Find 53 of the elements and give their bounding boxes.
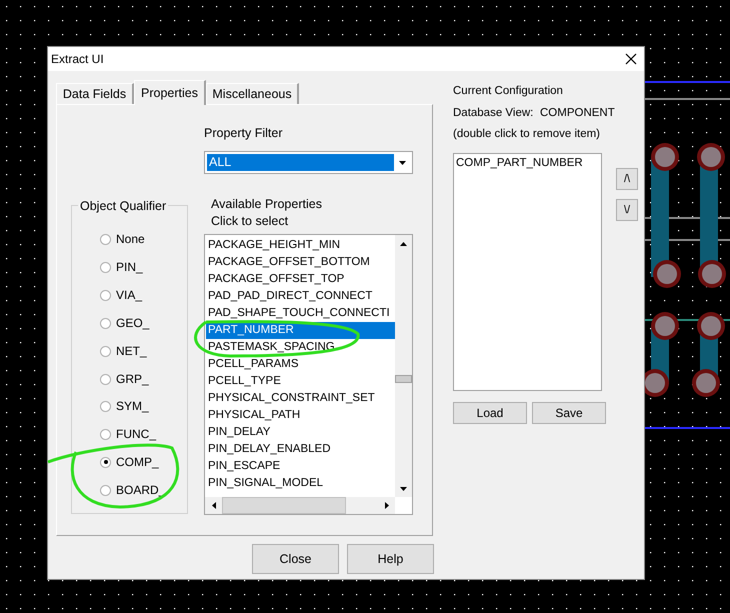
- list-item[interactable]: PCELL_TYPE: [206, 373, 395, 390]
- close-icon[interactable]: [624, 52, 638, 66]
- list-item[interactable]: PHYSICAL_PATH: [206, 407, 395, 424]
- field-label: Database View:: [453, 106, 534, 121]
- tab[interactable]: Properties: [134, 80, 206, 105]
- radio-button[interactable]: GEO_: [100, 314, 150, 332]
- button[interactable]: Load: [453, 402, 527, 424]
- scroll-up-icon[interactable]: [400, 242, 407, 246]
- scroll-down-icon[interactable]: [400, 486, 407, 490]
- dropdown-arrow-icon: [398, 160, 406, 164]
- tab[interactable]: Data Fields: [56, 83, 134, 105]
- window-title: Extract UI: [50, 51, 104, 68]
- list-item[interactable]: PHYSICAL_CONSTRAINT_SET: [206, 390, 395, 407]
- button[interactable]: Help: [347, 544, 434, 574]
- horizontal-scrollbar[interactable]: [205, 497, 395, 514]
- radio-button[interactable]: COMP_: [100, 453, 159, 471]
- hint-text: (double click to remove item): [453, 127, 600, 142]
- list-item[interactable]: PACKAGE_HEIGHT_MIN: [206, 237, 395, 254]
- radio-button[interactable]: NET_: [100, 342, 147, 360]
- scroll-right-icon[interactable]: [384, 502, 388, 509]
- field-label: Property Filter: [204, 125, 282, 142]
- scroll-thumb[interactable]: [222, 497, 346, 514]
- section-title: Current Configuration: [453, 84, 563, 99]
- radio-button[interactable]: PIN_: [100, 258, 143, 276]
- move-up-button[interactable]: /\: [616, 168, 638, 190]
- radio-button[interactable]: GRP_: [100, 370, 149, 388]
- list-item[interactable]: PIN_DELAY: [206, 424, 395, 441]
- move-down-button[interactable]: \/: [616, 199, 638, 221]
- list-item[interactable]: PIN_DELAY_ENABLED: [206, 441, 395, 458]
- list-item[interactable]: PCELL_PARAMS: [206, 356, 395, 373]
- list-item[interactable]: COMP_PART_NUMBER: [456, 155, 601, 172]
- field-value: COMPONENT: [540, 106, 615, 121]
- scroll-left-icon[interactable]: [212, 502, 216, 509]
- list-item[interactable]: PASTEMASK_SPACING: [206, 339, 395, 356]
- radio-button[interactable]: SYM_: [100, 397, 149, 415]
- button[interactable]: Close: [252, 544, 339, 574]
- list-item[interactable]: PAD_PAD_DIRECT_CONNECT: [206, 288, 395, 305]
- list-item[interactable]: PACKAGE_OFFSET_TOP: [206, 271, 395, 288]
- list-item[interactable]: PIN_ESCAPE: [206, 458, 395, 475]
- list-item[interactable]: PIN_SIGNAL_MODEL: [206, 475, 395, 492]
- tab[interactable]: Miscellaneous: [206, 83, 299, 105]
- button[interactable]: Save: [532, 402, 606, 424]
- hint-text: Click to select: [211, 213, 288, 230]
- radio-button[interactable]: BOARD_: [100, 481, 166, 499]
- list-item[interactable]: PAD_SHAPE_TOUCH_CONNECTI: [206, 305, 395, 322]
- list-label: Available Properties: [211, 196, 322, 213]
- dropdown[interactable]: ALL: [204, 151, 413, 174]
- radio-button[interactable]: VIA_: [100, 286, 142, 304]
- scroll-thumb[interactable]: [395, 375, 412, 383]
- radio-button[interactable]: None: [100, 230, 145, 248]
- radio-button[interactable]: FUNC_: [100, 425, 156, 443]
- vertical-scrollbar[interactable]: [395, 235, 412, 497]
- list-item[interactable]: PACKAGE_OFFSET_BOTTOM: [206, 254, 395, 271]
